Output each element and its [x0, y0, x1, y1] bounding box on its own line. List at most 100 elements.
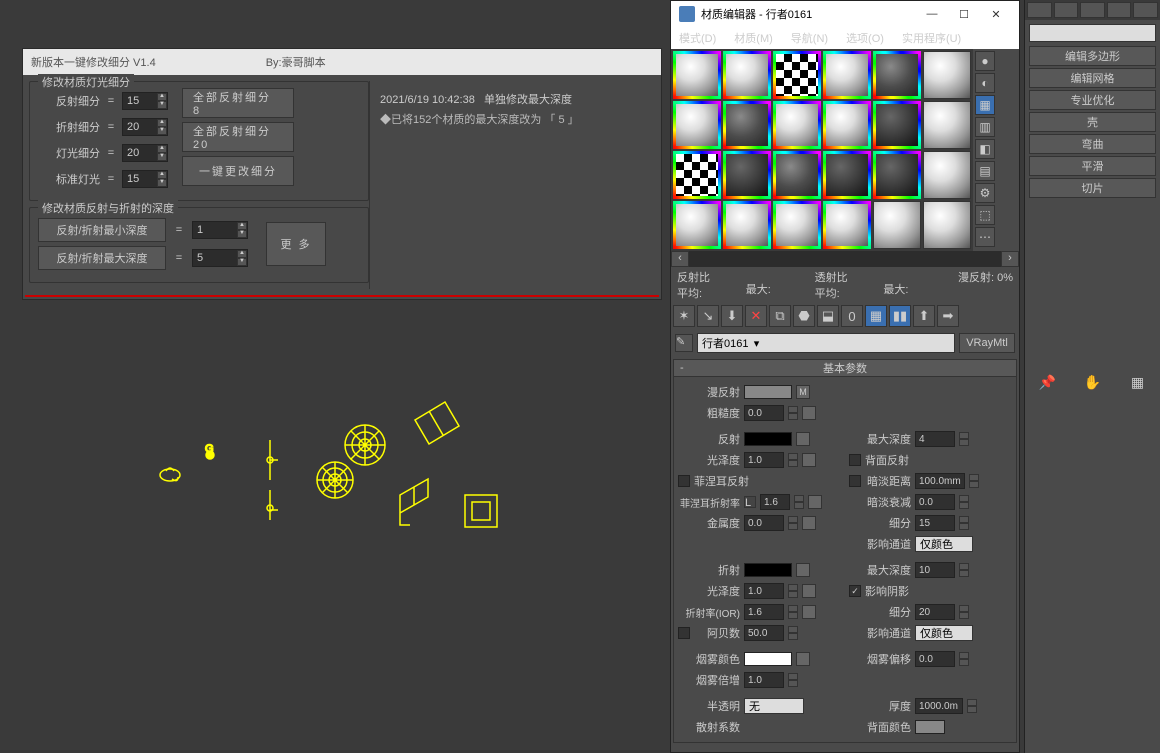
light-subdiv-input[interactable]: ▲▼ — [122, 144, 168, 162]
basic-params-rollout[interactable]: -基本参数 — [673, 359, 1017, 377]
roughness-input[interactable] — [744, 405, 784, 421]
reflect-affect-combo[interactable]: 仅颜色 — [915, 536, 973, 552]
material-swatch[interactable] — [873, 51, 921, 99]
refract-gloss-input[interactable] — [744, 583, 784, 599]
show-end-icon[interactable]: ✋ — [1084, 374, 1102, 392]
configure-icon[interactable]: ▦ — [1129, 374, 1147, 392]
material-swatch[interactable] — [773, 51, 821, 99]
material-swatch[interactable] — [873, 151, 921, 199]
uv-tile-icon[interactable]: ▥ — [975, 117, 995, 137]
more-button[interactable]: 更 多 — [266, 222, 326, 266]
fresnel-ior-input[interactable] — [760, 494, 790, 510]
menu-material[interactable]: 材质(M) — [734, 30, 773, 46]
refract-swatch[interactable] — [744, 563, 792, 577]
close-button[interactable]: ✕ — [981, 4, 1011, 24]
sample-type-icon[interactable]: ● — [975, 51, 995, 71]
material-editor-titlebar[interactable]: 材质编辑器 - 行者0161 — ☐ ✕ — [671, 1, 1019, 27]
shell-button[interactable]: 壳 — [1029, 112, 1156, 132]
menu-options[interactable]: 选项(O) — [846, 30, 884, 46]
thickness-input[interactable] — [915, 698, 963, 714]
preview-icon[interactable]: ▤ — [975, 161, 995, 181]
select-by-mat-icon[interactable]: ⬚ — [975, 205, 995, 225]
make-unique-icon[interactable]: ⬣ — [793, 305, 815, 327]
show-map-icon[interactable]: ▦ — [865, 305, 887, 327]
menu-nav[interactable]: 导航(N) — [791, 30, 828, 46]
all-reflect-8-button[interactable]: 全部反射细分 8 — [182, 88, 294, 118]
fresnel-checkbox[interactable] — [678, 475, 690, 487]
refract-affect-combo[interactable]: 仅颜色 — [915, 625, 973, 641]
material-swatch[interactable] — [923, 51, 971, 99]
diffuse-swatch[interactable] — [744, 385, 792, 399]
backface-checkbox[interactable] — [849, 454, 861, 466]
options-icon[interactable]: ⚙ — [975, 183, 995, 203]
diffuse-map-button[interactable]: M — [796, 385, 810, 399]
reflect-subdiv-input[interactable]: ▲▼ — [122, 92, 168, 110]
motion-tab[interactable] — [1107, 2, 1132, 18]
material-swatch[interactable] — [723, 51, 771, 99]
material-swatch[interactable] — [723, 151, 771, 199]
fog-color-swatch[interactable] — [744, 652, 792, 666]
hierarchy-tab[interactable] — [1080, 2, 1105, 18]
material-swatch[interactable] — [673, 201, 721, 249]
scrollbar[interactable] — [689, 251, 1001, 267]
minimize-button[interactable]: — — [917, 4, 947, 24]
material-swatch[interactable] — [823, 201, 871, 249]
menu-mode[interactable]: 模式(D) — [679, 30, 716, 46]
pin-stack-icon[interactable]: 📌 — [1039, 374, 1057, 392]
edit-mesh-button[interactable]: 编辑网格 — [1029, 68, 1156, 88]
put-to-lib-icon[interactable]: ⬓ — [817, 305, 839, 327]
get-material-icon[interactable]: ✶ — [673, 305, 695, 327]
min-depth-input[interactable]: ▲▼ — [192, 221, 248, 239]
ior-input[interactable] — [744, 604, 784, 620]
background-icon[interactable]: ▦ — [975, 95, 995, 115]
lock-icon[interactable]: L — [744, 496, 756, 508]
glossiness-input[interactable] — [744, 452, 784, 468]
max-depth-input[interactable]: ▲▼ — [192, 249, 248, 267]
material-swatch[interactable] — [673, 51, 721, 99]
reflect-maxdepth-input[interactable] — [915, 431, 955, 447]
reflect-swatch[interactable] — [744, 432, 792, 446]
material-swatch[interactable] — [773, 201, 821, 249]
go-parent-icon[interactable]: ⬆ — [913, 305, 935, 327]
material-swatch[interactable] — [923, 201, 971, 249]
material-swatch[interactable] — [723, 201, 771, 249]
material-swatch[interactable] — [873, 201, 921, 249]
display-tab[interactable] — [1133, 2, 1158, 18]
maximize-button[interactable]: ☐ — [949, 4, 979, 24]
material-swatch[interactable] — [673, 101, 721, 149]
edit-poly-button[interactable]: 编辑多边形 — [1029, 46, 1156, 66]
fog-mult-input[interactable] — [744, 672, 784, 688]
go-sibling-icon[interactable]: ➡ — [937, 305, 959, 327]
abbe-checkbox[interactable] — [678, 627, 690, 639]
material-swatch[interactable] — [923, 151, 971, 199]
create-tab[interactable] — [1027, 2, 1052, 18]
material-swatch[interactable] — [873, 101, 921, 149]
dimdist-checkbox[interactable] — [849, 475, 861, 487]
material-swatch[interactable] — [823, 101, 871, 149]
backlight-icon[interactable]: ◐ — [975, 73, 995, 93]
modifier-combo[interactable] — [1029, 24, 1156, 42]
refract-subdiv-input[interactable]: ▲▼ — [122, 118, 168, 136]
prooptimize-button[interactable]: 专业优化 — [1029, 90, 1156, 110]
video-check-icon[interactable]: ◧ — [975, 139, 995, 159]
put-to-scene-icon[interactable]: ↘ — [697, 305, 719, 327]
metalness-input[interactable] — [744, 515, 784, 531]
material-swatch[interactable] — [773, 101, 821, 149]
mat-id-icon[interactable]: 0 — [841, 305, 863, 327]
all-reflect-20-button[interactable]: 全部反射细分 20 — [182, 122, 294, 152]
dimdist-input[interactable] — [915, 473, 965, 489]
smooth-button[interactable]: 平滑 — [1029, 156, 1156, 176]
material-swatch[interactable] — [673, 151, 721, 199]
menu-utilities[interactable]: 实用程序(U) — [902, 30, 961, 46]
material-swatch[interactable] — [723, 101, 771, 149]
stdlight-input[interactable]: ▲▼ — [122, 170, 168, 188]
material-type-button[interactable]: VRayMtl — [959, 333, 1015, 353]
translucency-combo[interactable]: 无 — [744, 698, 804, 714]
material-swatch[interactable] — [823, 151, 871, 199]
assign-icon[interactable]: ⬇ — [721, 305, 743, 327]
abbe-input[interactable] — [744, 625, 784, 641]
back-color-swatch[interactable] — [915, 720, 945, 734]
dimfall-input[interactable] — [915, 494, 955, 510]
scroll-left-button[interactable]: ‹ — [671, 251, 689, 267]
mat-map-nav-icon[interactable]: ⋯ — [975, 227, 995, 247]
